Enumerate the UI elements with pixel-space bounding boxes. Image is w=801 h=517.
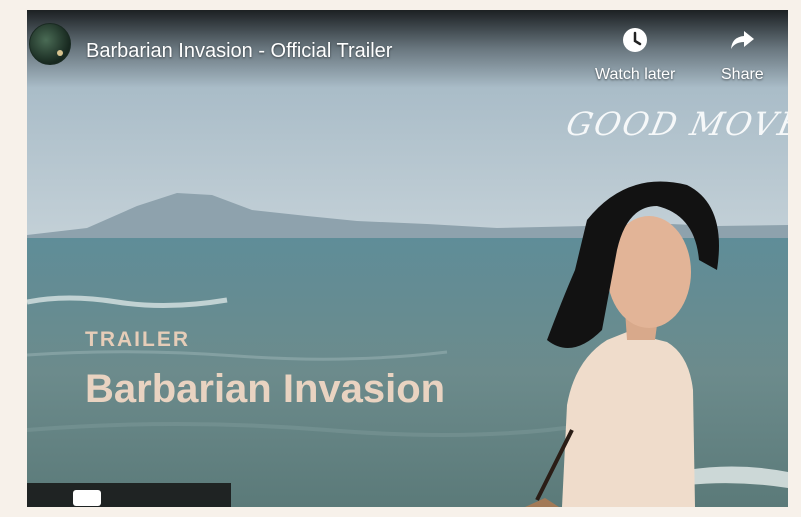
- watch-on-youtube-button[interactable]: [27, 483, 231, 507]
- video-player[interactable]: Barbarian Invasion - Official Trailer Wa…: [27, 10, 788, 507]
- watch-later-label: Watch later: [595, 66, 676, 83]
- page: Barbarian Invasion - Official Trailer Wa…: [0, 0, 801, 517]
- share-arrow-icon: [731, 31, 755, 49]
- watch-later-button[interactable]: Watch later: [595, 24, 675, 84]
- channel-avatar[interactable]: [29, 23, 71, 65]
- youtube-logo-icon: [73, 490, 101, 506]
- avatar-dot: [57, 50, 63, 56]
- overlay-title: Barbarian Invasion: [85, 367, 446, 411]
- share-label: Share: [721, 66, 764, 83]
- clock-icon: [623, 28, 648, 52]
- video-title[interactable]: Barbarian Invasion - Official Trailer: [86, 40, 392, 63]
- overlay-kicker: TRAILER: [85, 328, 190, 351]
- share-button[interactable]: Share: [721, 24, 764, 84]
- watermark-logo: GOOD MOVE: [562, 105, 788, 143]
